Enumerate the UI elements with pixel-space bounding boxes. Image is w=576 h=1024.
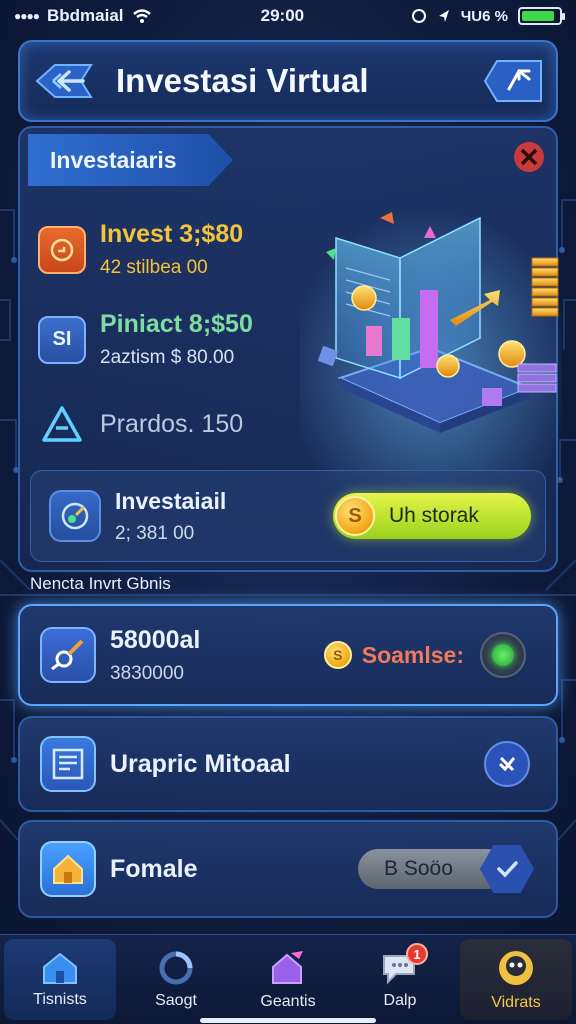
nav-label: Geantis <box>260 992 316 1010</box>
triangle-icon <box>38 400 86 448</box>
app-header: Investasi Virtual <box>18 40 558 122</box>
section-tag: Investaiaris <box>28 134 233 186</box>
coin-box-icon <box>38 225 86 274</box>
back-arrow-icon <box>35 64 93 98</box>
house-flag-icon <box>272 950 303 984</box>
battery-icon <box>518 7 565 25</box>
bottom-navigation: Tisnists Saogt Geantis 1 Dalp Vidrats <box>0 934 576 1024</box>
stat-sub: 2aztism $ 80.00 <box>100 347 235 368</box>
list-item-value: 3830000 <box>110 662 184 684</box>
list-item-title: Fomale <box>110 854 198 883</box>
chart-s-icon: SI <box>38 315 86 364</box>
share-button[interactable] <box>482 53 546 109</box>
carrier-label: Bbdmaial <box>47 6 124 25</box>
document-list-icon <box>40 736 96 792</box>
share-icon <box>483 60 542 102</box>
nav-item-games[interactable]: Geantis <box>232 935 344 1024</box>
stat-row-piniact: SI Piniact 8;$50 2aztism $ 80.00 <box>38 310 253 369</box>
stat-row-invest: Invest 3;$80 42 stilbea 00 <box>38 220 243 279</box>
investment-badge-icon <box>49 490 101 542</box>
coin-icon: S <box>323 641 352 669</box>
back-button[interactable] <box>32 53 96 109</box>
list-item-status: Soamlse: <box>361 641 464 668</box>
stat-row-prardos: Prardos. 150 <box>38 400 243 448</box>
home-icon <box>43 952 77 984</box>
nav-item-help[interactable]: 1 Dalp <box>344 935 456 1024</box>
nav-label: Vidrats <box>491 993 541 1011</box>
home-icon <box>40 841 96 897</box>
nav-item-profile[interactable]: Vidrats <box>460 939 572 1020</box>
investment-panel: Investaiail 2; 381 00 S Uh storak <box>30 470 546 562</box>
notification-badge: 1 <box>406 943 428 965</box>
stat-title: Invest 3;$80 <box>100 220 244 248</box>
list-item-title: 58000al <box>110 625 201 654</box>
location-icon <box>438 10 449 22</box>
list-action-button[interactable] <box>484 741 530 787</box>
investment-summary-card: Investaiaris Invest 3;$80 42 stilbea 00 … <box>18 126 562 572</box>
status-time: 29:00 <box>260 6 305 25</box>
nav-label: Tisnists <box>33 990 87 1008</box>
wifi-icon <box>132 9 151 23</box>
list-item-portfolio[interactable]: 58000al 3830000 S Soamlse: <box>18 604 558 706</box>
invest-action-button[interactable]: S Uh storak <box>333 493 531 539</box>
stat-sub: 42 stilbea 00 <box>100 257 208 278</box>
toggle-switch[interactable]: B Soöo <box>358 845 534 893</box>
invest-action-label: Uh storak <box>389 504 479 527</box>
stat-title: Piniact 8;$50 <box>100 310 253 338</box>
section-heading: Nencta Invrt Gbnis <box>30 574 171 593</box>
investment-panel-title: Investaiail <box>115 487 227 514</box>
profile-icon <box>499 950 533 985</box>
check-cross-icon <box>498 756 516 772</box>
nav-item-home[interactable]: Tisnists <box>4 939 116 1020</box>
status-bar: ●●●● Bbdmaial 29:00 ЧU6 % <box>0 0 576 32</box>
status-right-text: ЧU6 % <box>460 7 508 25</box>
list-item-title: Urapric Mitoaal <box>110 749 291 778</box>
nav-label: Saogt <box>155 991 197 1009</box>
coin-icon: S <box>335 496 375 536</box>
status-toggle[interactable] <box>480 632 526 678</box>
alarm-icon <box>411 9 426 23</box>
stat-title: Prardos. 150 <box>100 409 244 438</box>
close-icon <box>514 142 544 172</box>
signal-icon: ●●●● <box>14 9 40 23</box>
home-indicator[interactable] <box>200 1018 376 1023</box>
nav-label: Dalp <box>383 991 417 1009</box>
page-title: Investasi Virtual <box>116 62 369 99</box>
green-dot-icon <box>492 644 514 666</box>
investment-chart-illustration <box>300 208 562 508</box>
list-item-fomale[interactable]: Fomale B Soöo <box>18 820 558 918</box>
close-button[interactable] <box>512 140 546 174</box>
investment-panel-value: 2; 381 00 <box>115 522 195 544</box>
check-icon <box>497 861 518 878</box>
search-icon <box>159 951 193 984</box>
nav-item-search[interactable]: Saogt <box>120 935 232 1024</box>
list-item-graphic[interactable]: Urapric Mitoaal <box>18 716 558 812</box>
chart-pen-icon <box>40 627 96 683</box>
